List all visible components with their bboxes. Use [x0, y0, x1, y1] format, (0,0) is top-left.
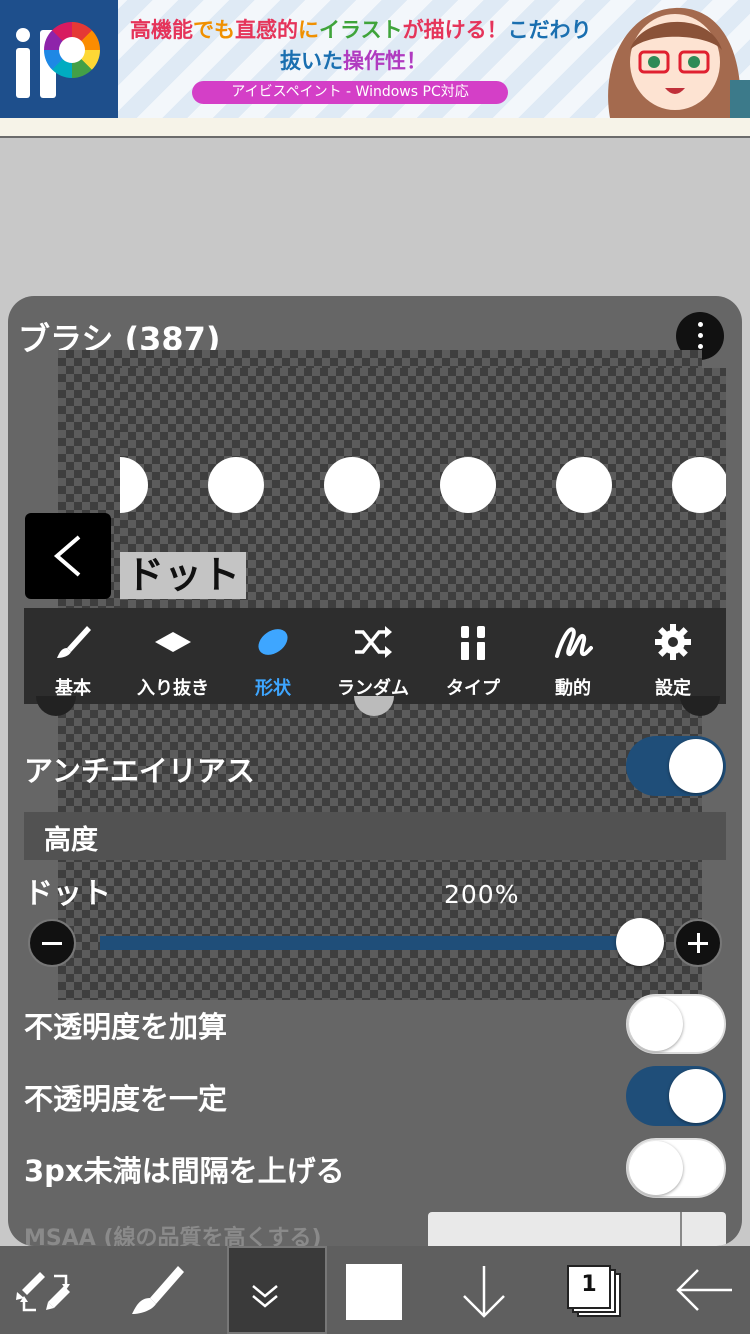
tab-shape[interactable]: 形状 [224, 608, 322, 704]
decrease-button[interactable] [28, 919, 76, 967]
layers-button[interactable]: 1 [544, 1246, 644, 1334]
scribble-icon [555, 627, 593, 658]
dot-value: 200% [444, 880, 520, 909]
collapse-chevrons-icon [252, 1285, 278, 1308]
gear-icon [655, 624, 691, 660]
spacing-toggle[interactable] [626, 1138, 726, 1198]
brush-settings-tabs: 基本 入り抜き 形状 ランダム タイプ 動的 設定 [24, 608, 726, 704]
tab-label: 動的 [555, 678, 591, 699]
shuffle-icon [355, 626, 392, 658]
brush-tool-button[interactable] [104, 1246, 204, 1334]
layer-count: 1 [581, 1272, 597, 1297]
dot-slider-row: ドット 200% [8, 862, 742, 992]
apply-down-button[interactable] [434, 1246, 534, 1334]
dot-slider-thumb[interactable] [616, 918, 664, 966]
increase-button[interactable] [674, 919, 722, 967]
tab-random[interactable]: ランダム [324, 608, 422, 704]
tab-type[interactable]: タイプ [424, 608, 522, 704]
tab-label: 入り抜き [137, 678, 209, 699]
chevron-left-icon [53, 535, 81, 577]
tab-taper[interactable]: 入り抜き [124, 608, 222, 704]
tab-basic[interactable]: 基本 [24, 608, 122, 704]
ellipse-icon [258, 629, 288, 655]
tab-label: タイプ [446, 678, 500, 699]
dot-label: ドット [24, 876, 112, 910]
ad-headline-1: 高機能でも直感的にイラストが描ける！こだわり [130, 18, 592, 42]
back-arrow-icon [676, 1269, 732, 1311]
minus-icon [42, 942, 62, 945]
ad-headline-2: 抜いた操作性！ [280, 49, 427, 73]
back-button[interactable] [25, 513, 111, 599]
brush-tool-icon [132, 1266, 184, 1314]
spacing-label: 3px未満は間隔を上げる [24, 1154, 345, 1188]
back-arrow-button[interactable] [654, 1246, 750, 1334]
opacity-add-label: 不透明度を加算 [24, 1010, 228, 1044]
brush-icon [57, 626, 91, 658]
antialias-label: アンチエイリアス [24, 754, 255, 788]
ad-banner[interactable]: 高機能でも直感的にイラストが描ける！こだわり 抜いた操作性！ アイビスペイント … [0, 0, 750, 118]
brush-types-icon [461, 626, 485, 660]
ibispaint-logo [0, 0, 118, 118]
tab-settings[interactable]: 設定 [624, 608, 722, 704]
color-swatch-icon [346, 1264, 402, 1320]
transform-tool-button[interactable] [0, 1246, 100, 1334]
msaa-label: MSAA (線の品質を高くする) [24, 1226, 322, 1246]
brush-name-label: ドット [120, 552, 247, 599]
transform-tool-icon [16, 1272, 70, 1312]
brush-panel: ブラシ (387) ドット 基本 入り抜き 形状 ランダム タイプ 動的 設定 … [8, 296, 742, 1246]
bottom-toolbar: 1 [0, 1246, 750, 1334]
color-button[interactable] [324, 1246, 424, 1334]
tab-dynamic[interactable]: 動的 [524, 608, 622, 704]
ad-character-illustration [608, 7, 750, 118]
opacity-const-toggle[interactable] [626, 1066, 726, 1126]
down-arrow-icon [463, 1266, 505, 1318]
opacity-const-label: 不透明度を一定 [24, 1082, 228, 1116]
section-header-height: 高度 [24, 812, 726, 860]
dot-slider-track[interactable] [100, 936, 640, 950]
ad-subtitle-pill: アイビスペイント - Windows PC対応 [192, 81, 508, 104]
opacity-add-toggle[interactable] [626, 994, 726, 1054]
ad-divider [0, 118, 750, 138]
diamond-icon [155, 632, 191, 652]
msaa-row-partial: MSAA (線の品質を高くする) [24, 1212, 726, 1246]
collapse-panel-button[interactable] [227, 1246, 327, 1334]
tab-label: 形状 [255, 678, 291, 699]
antialias-toggle[interactable] [626, 736, 726, 796]
msaa-control[interactable] [428, 1212, 726, 1246]
